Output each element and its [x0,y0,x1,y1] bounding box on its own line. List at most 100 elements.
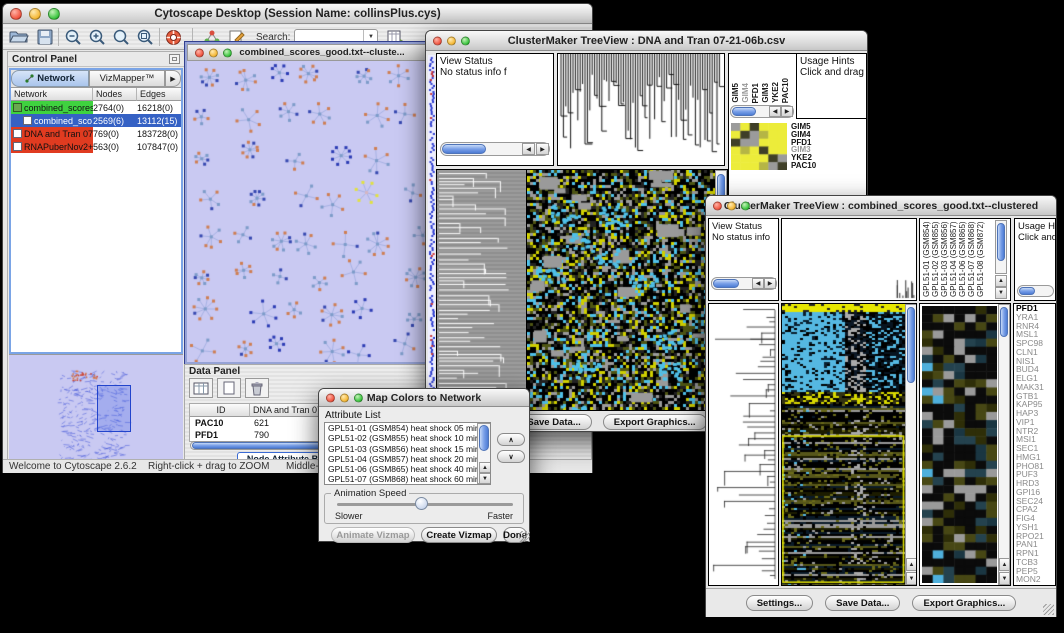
scroll-right-icon[interactable]: ▶ [781,106,793,117]
resize-grip[interactable] [1043,604,1054,615]
scrollbar-thumb[interactable] [997,223,1005,261]
zoom-selected-icon[interactable] [136,29,154,46]
main-titlebar[interactable]: Cytoscape Desktop (Session Name: collins… [3,4,592,24]
scroll-left-icon[interactable]: ◀ [522,143,535,155]
help-lifering-icon[interactable] [165,29,182,46]
network-frame-titlebar[interactable]: combined_scores_good.txt--cluste... [187,44,431,61]
treeview2-gene-list[interactable]: PFD1YRA1RNR4MSL1SPC98CLN1NIS1BUD4ELG1MAK… [1013,303,1056,586]
scrollbar-thumb[interactable] [479,425,489,451]
minimize-icon[interactable] [209,48,218,57]
network-overview[interactable] [9,354,183,466]
attribute-item[interactable]: GPL51-07 (GSM868) heat shock 60 min [325,474,490,484]
animate-vizmap-button[interactable]: Animate Vizmap [331,527,415,543]
save-icon[interactable] [37,29,53,45]
scrollbar-thumb[interactable] [1019,287,1035,295]
trash-icon[interactable] [245,378,269,398]
minimize-icon[interactable] [29,8,41,20]
overview-viewport-rect[interactable] [97,385,131,432]
resize-grip[interactable] [519,531,530,542]
view-status-hscrollbar[interactable]: ◀ ▶ [711,277,777,290]
scroll-up-icon[interactable]: ▲ [999,558,1010,571]
zoom-out-icon[interactable] [64,29,82,46]
zoom-window-icon[interactable] [223,48,232,57]
close-icon[interactable] [195,48,204,57]
minimize-icon[interactable] [340,393,349,402]
scrollbar-thumb[interactable] [442,144,486,154]
move-down-button[interactable]: ∨ [497,450,525,463]
minimize-icon[interactable] [727,201,736,210]
scroll-left-icon[interactable]: ◀ [769,106,781,117]
attribute-item[interactable]: GPL51-03 (GSM856) heat shock 15 min [325,444,490,454]
zoom-vscrollbar[interactable]: ▲ ▼ [998,304,1010,585]
treeview-action-button[interactable]: Export Graphics... [912,595,1016,611]
close-icon[interactable] [326,393,335,402]
treeview-action-button[interactable]: Save Data... [825,595,900,611]
tab-network[interactable]: Network [11,70,89,87]
attribute-item[interactable]: GPL51-01 (GSM854) heat shock 05 min [325,423,490,433]
slider-thumb[interactable] [415,497,428,510]
scroll-up-icon[interactable]: ▲ [906,558,917,571]
scroll-down-icon[interactable]: ▼ [479,473,491,484]
scroll-right-icon[interactable]: ▶ [764,278,776,289]
treeview-action-button[interactable]: Settings... [746,595,813,611]
column-labels-vscrollbar[interactable] [995,220,1007,274]
attribute-listbox[interactable]: GPL51-01 (GSM854) heat shock 05 minGPL51… [324,422,491,485]
treeview1-global-heatmap[interactable]: ▲ ▼ [526,169,728,411]
heatmap-vscrollbar[interactable]: ▲ ▼ [905,304,917,585]
scrollbar-thumb[interactable] [732,107,756,116]
open-file-icon[interactable] [9,29,29,45]
zoom-hscrollbar[interactable]: ◀ ▶ [730,105,794,118]
treeview1-titlebar[interactable]: ClusterMaker TreeView : DNA and Tran 07-… [426,31,867,51]
scroll-left-icon[interactable]: ◀ [752,278,764,289]
move-up-button[interactable]: ∧ [497,433,525,446]
scrollbar-thumb[interactable] [1000,307,1008,337]
create-vizmap-button[interactable]: Create Vizmap [421,527,497,543]
scroll-down-icon[interactable]: ▼ [999,572,1010,585]
scrollbar-thumb[interactable] [713,279,739,288]
view-status-hscrollbar[interactable]: ◀ ▶ [440,142,550,156]
network-row[interactable]: combined_sco 2569(6) 13112(15) [11,114,181,127]
attribute-item[interactable]: GPL51-04 (GSM857) heat shock 20 min [325,454,490,464]
zoom-window-icon[interactable] [461,36,470,45]
zoom-window-icon[interactable] [741,201,750,210]
network-view-canvas[interactable] [187,61,431,362]
zoom-window-icon[interactable] [354,393,363,402]
treeview2-zoom-heatmap[interactable]: ▲ ▼ [919,303,1011,586]
attribute-item[interactable]: GPL51-02 (GSM855) heat shock 10 min [325,433,490,443]
close-icon[interactable] [713,201,722,210]
treeview2-column-dendrogram[interactable] [781,218,917,301]
scrollbar-thumb[interactable] [907,307,915,383]
close-icon[interactable] [433,36,442,45]
new-document-icon[interactable] [217,378,241,398]
usage-hints-hscrollbar[interactable] [1017,285,1054,297]
network-row[interactable]: RNAPuberNov2+ 563(0) 107847(0) [11,140,181,153]
treeview-action-button[interactable]: Export Graphics... [603,414,707,430]
list-vscrollbar[interactable]: ▲ ▼ [477,423,491,484]
scroll-up-icon[interactable]: ▲ [995,275,1007,287]
dialog-titlebar[interactable]: Map Colors to Network [319,389,529,407]
zoom-window-icon[interactable] [48,8,60,20]
attribute-item[interactable]: GPL51-06 (GSM865) heat shock 40 min [325,464,490,474]
treeview1-column-dendrogram[interactable] [557,53,725,166]
treeview2-row-dendrogram[interactable] [708,303,779,586]
treeview2-titlebar[interactable]: ClusterMaker TreeView : combined_scores_… [706,196,1056,216]
tab-overflow-arrow[interactable]: ▶ [165,70,181,87]
scroll-down-icon[interactable]: ▼ [995,287,1007,299]
zoom-in-icon[interactable] [88,29,106,46]
network-row[interactable]: DNA and Tran 07 769(0) 183728(0) [11,127,181,140]
zoom-fit-icon[interactable] [112,29,130,46]
gene-label[interactable]: MON2 [1014,575,1055,584]
tab-vizmapper[interactable]: VizMapper™ [89,70,165,87]
minimize-icon[interactable] [447,36,456,45]
column-label: GPL51-03 (GSM856) [940,221,949,297]
treeview2-global-heatmap[interactable]: ▲ ▼ [781,303,917,586]
scroll-up-icon[interactable]: ▲ [479,462,491,473]
treeview1-zoom-heatmap[interactable] [731,123,787,170]
close-icon[interactable] [10,8,22,20]
network-row[interactable]: combined_scores 2764(0) 16218(0) [11,101,181,114]
treeview1-row-dendrogram[interactable] [436,169,527,411]
table-grid-icon[interactable] [189,378,213,398]
scroll-right-icon[interactable]: ▶ [536,143,549,155]
scroll-down-icon[interactable]: ▼ [906,572,917,585]
float-panel-icon[interactable] [169,54,180,64]
